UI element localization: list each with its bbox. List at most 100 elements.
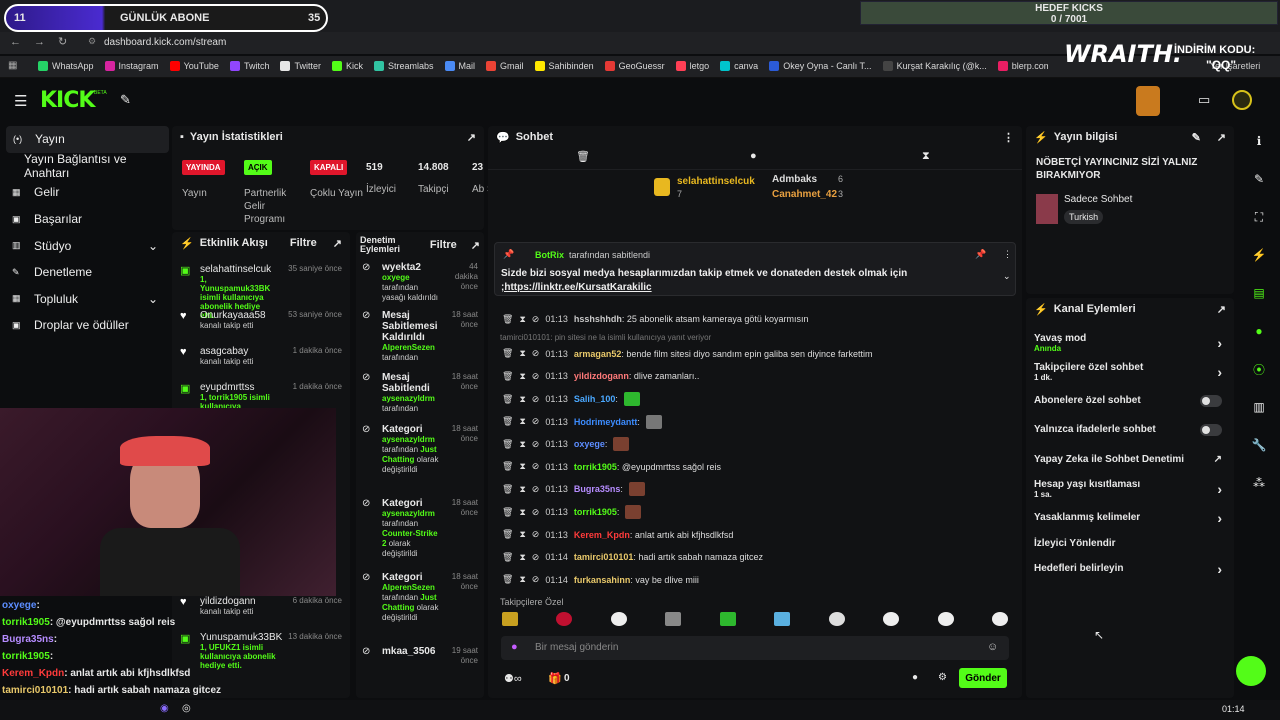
timeout-icon[interactable]: ⧗ (519, 461, 525, 472)
activity-event[interactable]: ▣ selahattinselcuk 1, Yunuspamuk33BK isiml… (172, 260, 350, 320)
points-icon[interactable]: ⚉∞ (504, 672, 522, 685)
chevron-down-icon[interactable]: ⌄ (148, 239, 158, 253)
emote-7[interactable] (883, 612, 900, 626)
bookmark-item[interactable]: canva (720, 61, 758, 71)
bookmark-item[interactable]: Kurşat Karakılıç (@k... (882, 61, 987, 71)
moderator-name[interactable]: oxyege (382, 273, 410, 282)
external-link-icon[interactable]: ↗ (1214, 454, 1222, 465)
info-popout-icon[interactable]: ↗ (1217, 131, 1226, 144)
timeout-icon[interactable]: ⧗ (519, 574, 525, 585)
chat-message[interactable]: 🗑 ⧗ ⊘ 01:14 tamirci010101: hadi artık sabah … (488, 546, 1022, 569)
chevron-right-icon[interactable]: › (1217, 335, 1222, 351)
toggle-switch[interactable] (1200, 394, 1222, 407)
trash-icon[interactable]: 🗑 (576, 150, 590, 163)
chevron-down-icon[interactable]: ⌄ (148, 292, 158, 306)
site-info-icon[interactable]: ⚙ (88, 36, 96, 47)
event-user[interactable]: asagcabay (200, 346, 276, 357)
moderation-popout-icon[interactable]: ↗ (471, 239, 480, 252)
chat-username[interactable]: Salih_100 (574, 394, 616, 404)
chat-message[interactable]: 🗑 ⧗ ⊘ 01:14 furkansahinn: vay be dlive miii (488, 569, 1022, 592)
moderation-item[interactable]: ⊘ Kategori AlperenSezen tarafından Just Ch… (356, 568, 484, 642)
broadcast-icon[interactable]: ⦿ (1244, 354, 1274, 384)
sidebar-item[interactable]: ▣ Droplar ve ödüller (0, 312, 172, 339)
unpin-icon[interactable]: 📌 (975, 249, 986, 260)
top-gifter-2[interactable]: Admbaks (772, 174, 817, 185)
timeout-icon[interactable]: ⧗ (519, 348, 525, 359)
activity-filter-button[interactable]: Filtre (290, 237, 317, 249)
chat-rail-icon[interactable]: ● (1244, 316, 1274, 346)
channel-action-row[interactable]: Hesap yaşı kısıtlaması 1 sa. › (1026, 474, 1234, 503)
ban-icon[interactable]: ⊘ (532, 348, 540, 359)
timeout-icon[interactable]: ⧗ (519, 529, 525, 540)
channel-action-row[interactable]: Hedefleri belirleyin › (1026, 554, 1234, 583)
sidebar-item[interactable]: ▦ Gelir (0, 179, 172, 206)
pinned-message[interactable]: 📌 BotRix tarafından sabitlendi Sizde biz… (494, 242, 1016, 296)
wrench-icon[interactable]: 🔧 (1244, 430, 1274, 460)
emote-3[interactable] (665, 612, 682, 626)
chat-message[interactable]: 🗑 ⧗ ⊘ 01:13 oxyege: (488, 433, 1022, 456)
bookmark-item[interactable]: Kick (331, 61, 363, 71)
channel-action-row[interactable]: Yalnızca ifadelerle sohbet (1026, 415, 1234, 444)
chat-username[interactable]: Hodrimeydantt (574, 417, 638, 427)
chat-settings-bubble-icon[interactable]: ● (912, 672, 918, 683)
moderation-filter-button[interactable]: Filtre (430, 239, 457, 251)
chevron-right-icon[interactable]: › (1217, 481, 1222, 497)
url-text[interactable]: dashboard.kick.com/stream (104, 37, 226, 48)
delete-message-icon[interactable]: 🗑 (502, 394, 513, 405)
channel-action-row[interactable]: Takipçilere özel sohbet 1 dk. › (1026, 357, 1234, 386)
chat-username[interactable]: torrik1905 (574, 507, 617, 517)
channel-action-row[interactable]: Abonelere özel sohbet (1026, 386, 1234, 415)
chat-message[interactable]: 🗑 ⧗ ⊘ 01:13 yildizdogann: dlive zamanları.. (488, 365, 1022, 388)
moderator-name[interactable]: AlperenSezen (382, 343, 435, 352)
chat-username[interactable]: Kerem_Kpdn (574, 530, 630, 540)
pinned-menu-icon[interactable]: ⋮ (1003, 249, 1012, 260)
streamer-avatar-icon[interactable] (1136, 86, 1160, 116)
activity-event[interactable]: ♥ Onurkayaaa58 kanalı takip etti 53 saniye … (172, 306, 350, 342)
activity-popout-icon[interactable]: ↗ (333, 237, 342, 250)
chat-username[interactable]: torrik1905 (574, 462, 617, 472)
forward-icon[interactable]: → (34, 36, 45, 48)
emote-8[interactable] (937, 612, 954, 626)
bookmark-item[interactable]: Streamlabs (373, 61, 434, 71)
moderation-item[interactable]: ⊘ Mesaj Sabitlendi aysenazyldrm tarafından… (356, 368, 484, 420)
delete-message-icon[interactable]: 🗑 (502, 484, 513, 495)
bookmark-item[interactable]: WhatsApp (38, 61, 94, 71)
top-gifter-3[interactable]: Canahmet_42 (772, 189, 837, 200)
timeout-icon[interactable]: ⧗ (519, 394, 525, 405)
profile-avatar[interactable] (1232, 90, 1252, 110)
pin-tool-icon[interactable]: ✎ (120, 92, 131, 108)
chevron-right-icon[interactable]: › (1217, 364, 1222, 380)
chat-message[interactable]: 🗑 ⧗ ⊘ 01:13 Bugra35ns: (488, 478, 1022, 501)
timeout-icon[interactable]: ⧗ (519, 484, 525, 495)
bookmark-item[interactable]: Twitter (280, 61, 321, 71)
moderator-name[interactable]: aysenazyldrm (382, 509, 435, 518)
timeout-icon[interactable]: ⧗ (519, 371, 525, 382)
ban-icon[interactable]: ⊘ (532, 416, 540, 427)
layout-icon[interactable]: ▥ (1244, 392, 1274, 422)
chat-message[interactable]: 🗑 ⧗ ⊘ 01:13 Hodrimeydantt: (488, 410, 1022, 433)
emote-sr[interactable] (502, 612, 518, 626)
delete-message-icon[interactable]: 🗑 (502, 552, 513, 563)
chat-message[interactable]: 🗑 ⧗ ⊘ 01:13 hsshshhdh: 25 abonelik atsam kam… (488, 308, 1022, 331)
emote-4[interactable] (719, 612, 736, 626)
delete-message-icon[interactable]: 🗑 (502, 461, 513, 472)
menu-icon[interactable]: ☰ (14, 92, 27, 110)
sidebar-item[interactable]: ✎ Denetleme (0, 259, 172, 286)
delete-message-icon[interactable]: 🗑 (502, 439, 513, 450)
timeout-icon[interactable]: ⧗ (519, 552, 525, 563)
send-button[interactable]: Gönder (959, 668, 1007, 688)
moderation-item[interactable]: ⊘ mkaa_3506 19 saat önce (356, 642, 484, 672)
clipboard-icon[interactable]: ▤ (1244, 278, 1274, 308)
chat-message[interactable]: 🗑 ⧗ ⊘ 01:13 torrik1905: (488, 501, 1022, 524)
points-rail-icon[interactable]: ⁂ (1244, 468, 1274, 498)
chat-username[interactable]: yildizdogann (574, 371, 629, 381)
delete-message-icon[interactable]: 🗑 (502, 529, 513, 540)
obs-icon[interactable]: ◎ (182, 703, 191, 714)
category-name[interactable]: Sadece Sohbet (1064, 194, 1132, 205)
moderation-item[interactable]: ⊘ Mesaj Sabitlemesi Kaldırıldı AlperenSeze… (356, 306, 484, 368)
moderation-item[interactable]: ⊘ Kategori aysenazyldrm tarafından Counter… (356, 494, 484, 568)
ban-icon[interactable]: ⊘ (532, 371, 540, 382)
fullscreen-icon[interactable]: ⛶ (1244, 202, 1274, 232)
studio-icon[interactable]: ▭ (1198, 92, 1210, 108)
bookmark-item[interactable]: YouTube (169, 61, 219, 71)
